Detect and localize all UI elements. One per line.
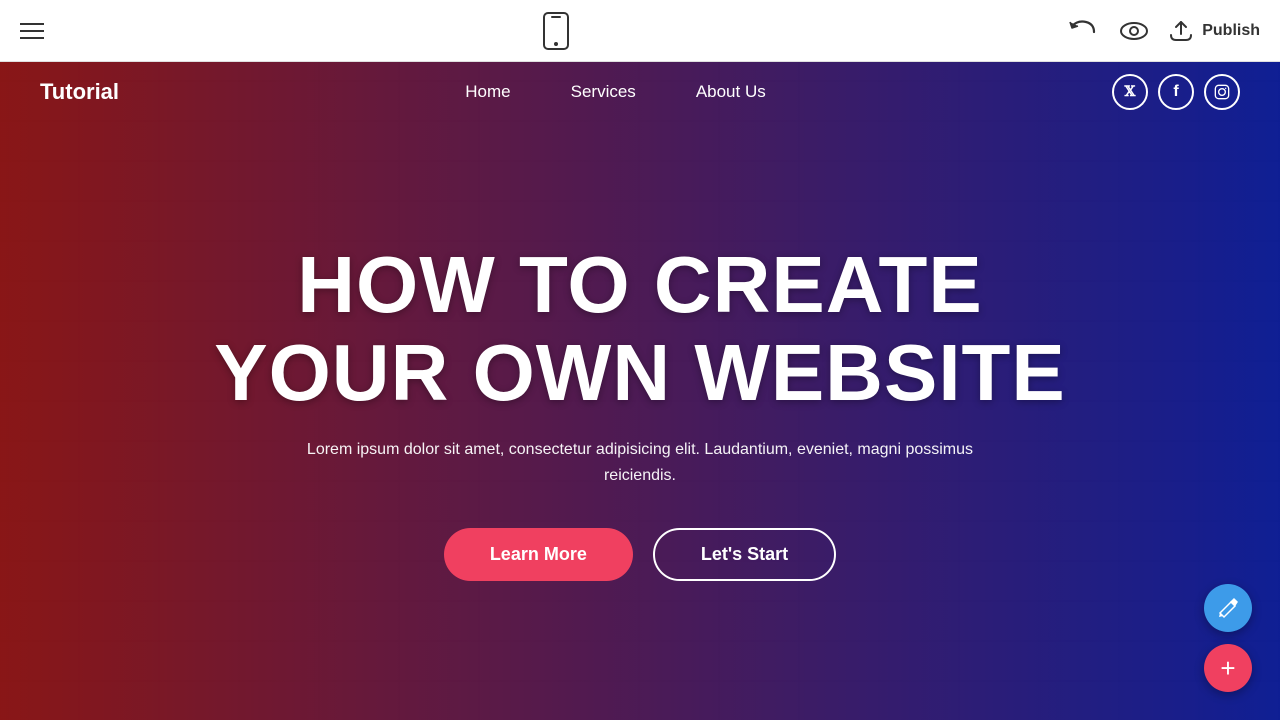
- hero-title-line1: HOW TO CREATE: [297, 240, 983, 329]
- lets-start-button[interactable]: Let's Start: [653, 528, 836, 581]
- edit-fab-button[interactable]: [1204, 584, 1252, 632]
- publish-icon: [1168, 20, 1194, 42]
- toolbar-left: [20, 23, 44, 39]
- instagram-button[interactable]: [1204, 74, 1240, 110]
- nav-links: Home Services About Us: [465, 82, 765, 102]
- mobile-preview-icon[interactable]: [540, 12, 572, 50]
- plus-icon: +: [1220, 655, 1235, 681]
- preview-icon[interactable]: [1118, 18, 1150, 44]
- toolbar-right: Publish: [1068, 18, 1260, 44]
- nav-link-services[interactable]: Services: [571, 82, 636, 102]
- undo-icon[interactable]: [1068, 18, 1100, 44]
- nav-link-about[interactable]: About Us: [696, 82, 766, 102]
- nav-link-home[interactable]: Home: [465, 82, 510, 102]
- facebook-button[interactable]: f: [1158, 74, 1194, 110]
- toolbar-center: [540, 12, 572, 50]
- hero-buttons: Learn More Let's Start: [444, 528, 836, 581]
- fab-container: +: [1204, 584, 1252, 692]
- publish-button[interactable]: Publish: [1168, 20, 1260, 42]
- site-preview: Tutorial Home Services About Us 𝕏 f: [0, 62, 1280, 720]
- hero-section: Tutorial Home Services About Us 𝕏 f: [0, 62, 1280, 720]
- hero-subtitle: Lorem ipsum dolor sit amet, consectetur …: [290, 437, 990, 488]
- learn-more-button[interactable]: Learn More: [444, 528, 633, 581]
- hero-title: HOW TO CREATE YOUR OWN WEBSITE: [214, 241, 1066, 417]
- publish-label: Publish: [1202, 22, 1260, 40]
- site-logo: Tutorial: [40, 79, 119, 105]
- hero-content: HOW TO CREATE YOUR OWN WEBSITE Lorem ips…: [134, 102, 1146, 720]
- twitter-icon: 𝕏: [1125, 84, 1136, 101]
- add-fab-button[interactable]: +: [1204, 644, 1252, 692]
- instagram-icon: [1214, 84, 1230, 100]
- pencil-icon: [1217, 597, 1239, 619]
- facebook-icon: f: [1173, 83, 1178, 101]
- hamburger-menu[interactable]: [20, 23, 44, 39]
- hero-title-line2: YOUR OWN WEBSITE: [214, 328, 1066, 417]
- toolbar: Publish: [0, 0, 1280, 62]
